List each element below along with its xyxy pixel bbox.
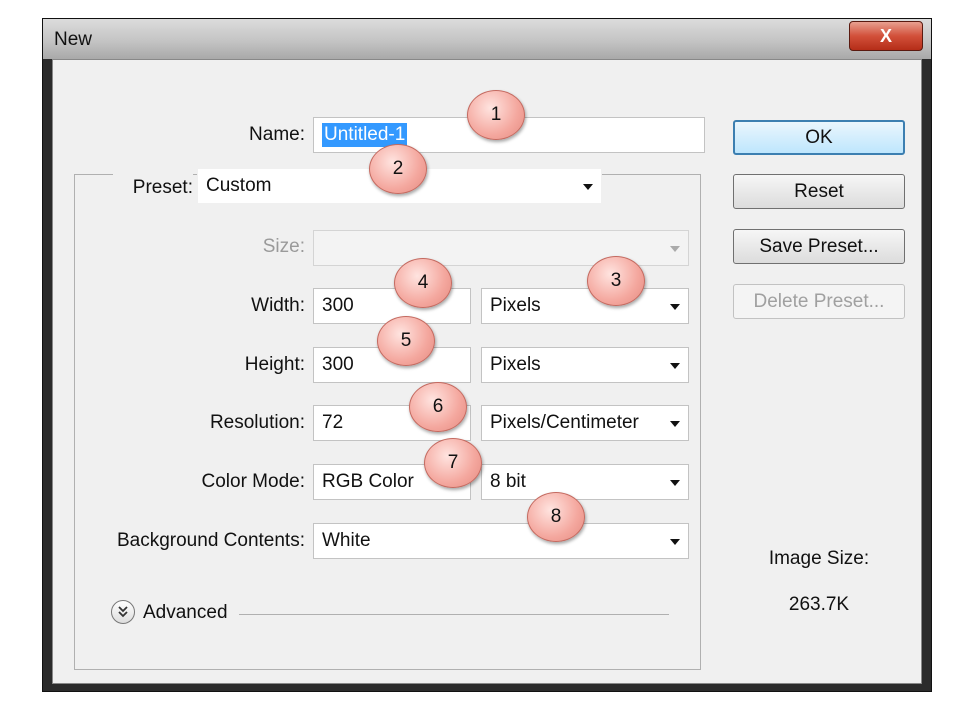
callout-badge-3: 3 (587, 256, 645, 306)
callout-badge-5: 5 (377, 316, 435, 366)
chevron-down-icon (670, 539, 680, 545)
delete-preset-button: Delete Preset... (733, 284, 905, 319)
callout-badge-6: 6 (409, 382, 467, 432)
width-unit-select[interactable]: Pixels (481, 288, 689, 324)
double-chevron-down-icon (118, 606, 128, 618)
bit-depth-select[interactable]: 8 bit (481, 464, 689, 500)
height-unit-value: Pixels (490, 354, 541, 375)
image-size-value: 263.7K (788, 594, 850, 615)
window-title: New (54, 29, 93, 50)
color-mode-label: Color Mode: (201, 471, 306, 492)
chevron-down-icon (670, 421, 680, 427)
background-contents-select[interactable]: White (313, 523, 689, 559)
advanced-toggle[interactable] (111, 600, 135, 624)
chevron-down-icon (670, 246, 680, 252)
preset-select-value: Custom (206, 175, 272, 196)
background-contents-label: Background Contents: (116, 530, 305, 551)
resolution-label: Resolution: (209, 412, 305, 433)
width-unit-value: Pixels (490, 295, 541, 316)
height-unit-select[interactable]: Pixels (481, 347, 689, 383)
background-contents-value: White (322, 530, 371, 551)
close-icon: X (879, 26, 892, 46)
resolution-unit-value: Pixels/Centimeter (490, 412, 639, 433)
width-label: Width: (251, 295, 305, 316)
ok-button[interactable]: OK (733, 120, 905, 155)
callout-badge-4: 4 (394, 258, 452, 308)
preset-label: Preset: (113, 173, 193, 203)
chevron-down-icon (583, 184, 593, 190)
close-button[interactable]: X (849, 21, 923, 51)
dialog-body: Name: Untitled-1 Preset: Custom Size: Wi… (52, 59, 922, 684)
callout-badge-2: 2 (369, 144, 427, 194)
bit-depth-value: 8 bit (490, 471, 526, 492)
chevron-down-icon (670, 363, 680, 369)
size-label: Size: (262, 236, 305, 257)
callout-badge-1: 1 (467, 90, 525, 140)
reset-button[interactable]: Reset (733, 174, 905, 209)
callout-badge-8: 8 (527, 492, 585, 542)
chevron-down-icon (670, 304, 680, 310)
advanced-label[interactable]: Advanced (143, 598, 238, 628)
chevron-down-icon (670, 480, 680, 486)
save-preset-button[interactable]: Save Preset... (733, 229, 905, 264)
color-mode-value: RGB Color (322, 471, 414, 492)
name-label: Name: (249, 124, 305, 145)
advanced-divider (239, 614, 669, 615)
title-bar: New X (43, 19, 931, 59)
resolution-unit-select[interactable]: Pixels/Centimeter (481, 405, 689, 441)
image-size-label: Image Size: (768, 548, 870, 569)
height-label: Height: (244, 354, 305, 375)
callout-badge-7: 7 (424, 438, 482, 488)
